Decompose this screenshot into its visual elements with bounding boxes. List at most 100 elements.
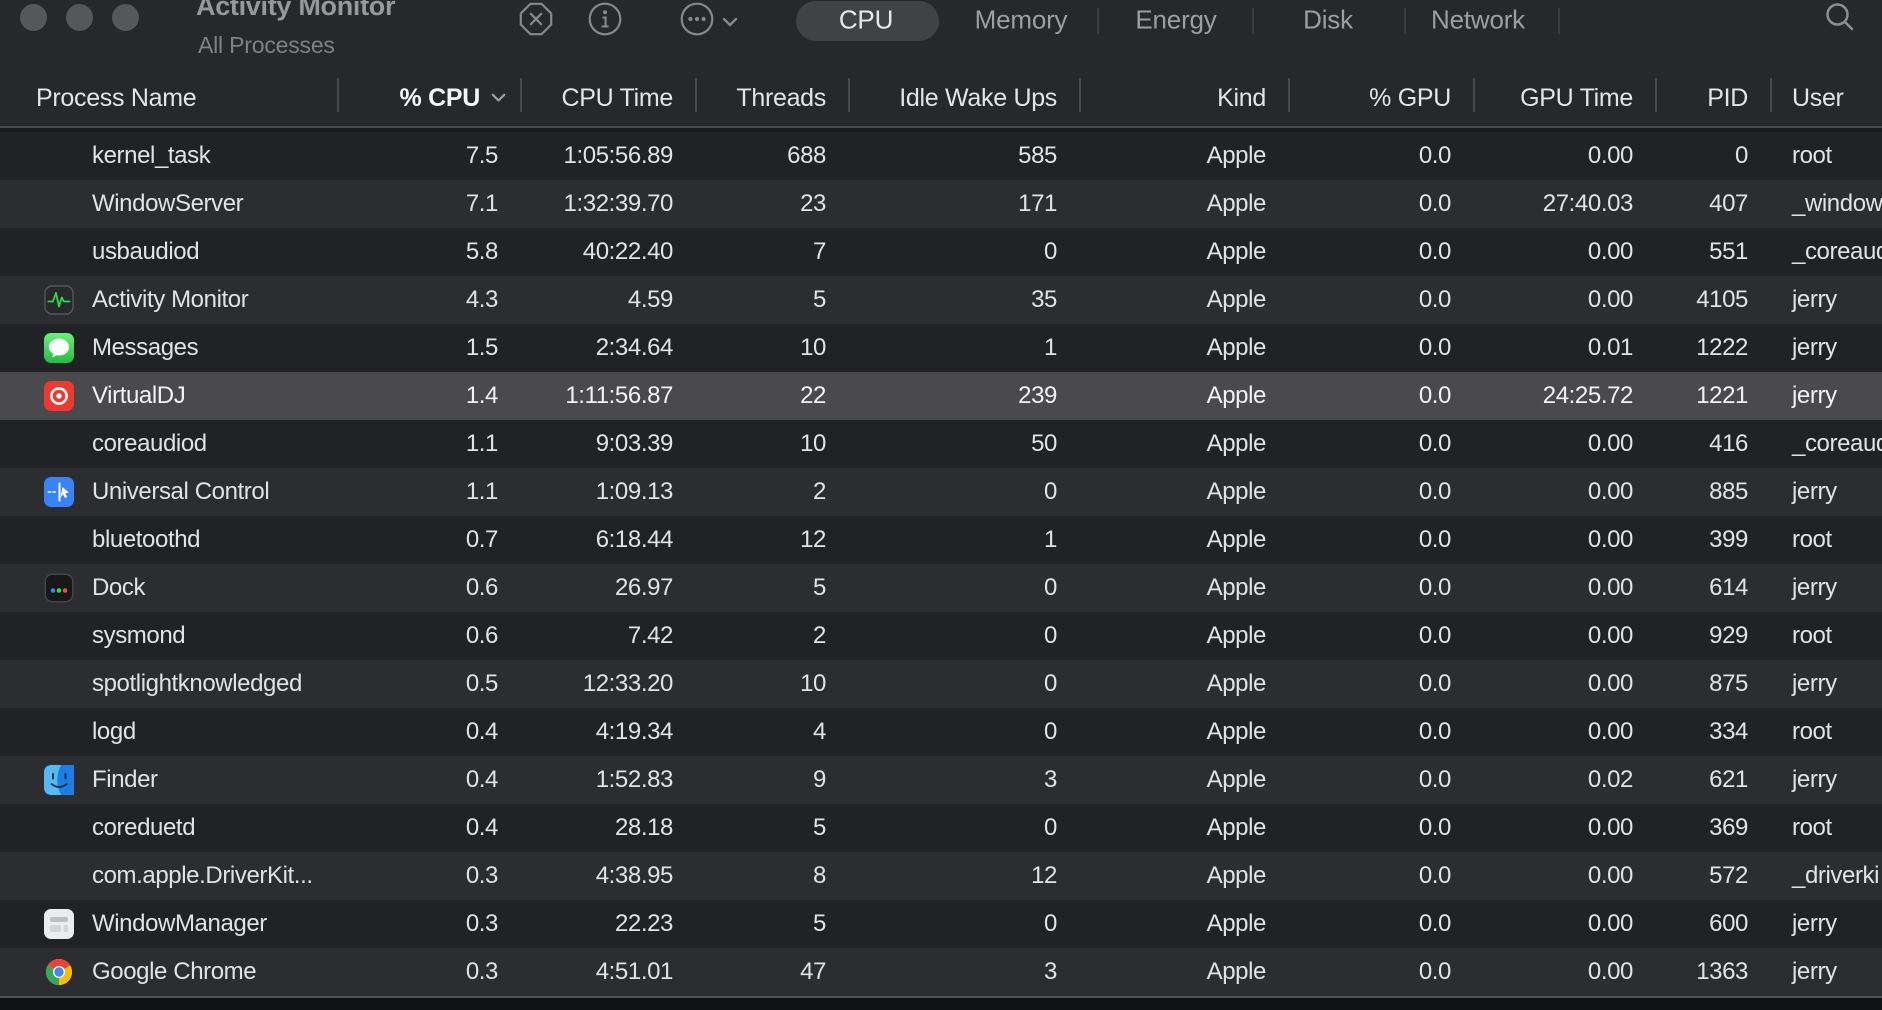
- user: root: [1770, 622, 1882, 650]
- idle-wake-ups: 0: [848, 622, 1079, 650]
- cpu-time: 28.18: [520, 814, 695, 842]
- process-row[interactable]: Universal Control 1.1 1:09.13 2 0 Apple …: [0, 468, 1882, 516]
- column-header-gpu-time[interactable]: GPU Time: [1473, 84, 1655, 113]
- column-header-gpu[interactable]: % GPU: [1288, 84, 1473, 113]
- toolbar: Activity Monitor All Processes CPU Memor…: [0, 0, 1882, 126]
- gpu-time: 0.00: [1473, 238, 1655, 266]
- column-header-process-name[interactable]: Process Name: [0, 84, 337, 113]
- gpu-percent: 0.0: [1288, 622, 1473, 650]
- kind: Apple: [1079, 334, 1288, 362]
- threads: 2: [695, 622, 848, 650]
- process-row[interactable]: usbaudiod 5.8 40:22.40 7 0 Apple 0.0 0.0…: [0, 228, 1882, 276]
- column-header-idle-wake-ups[interactable]: Idle Wake Ups: [848, 84, 1079, 113]
- process-row[interactable]: spotlightknowledged 0.5 12:33.20 10 0 Ap…: [0, 660, 1882, 708]
- chevron-down-icon: [722, 14, 738, 24]
- process-row[interactable]: Dock 0.6 26.97 5 0 Apple 0.0 0.00 614 je…: [0, 564, 1882, 612]
- tab-energy[interactable]: Energy: [1135, 5, 1216, 36]
- threads: 2: [695, 478, 848, 506]
- user: _driverki: [1770, 862, 1882, 890]
- column-header-cpu-time[interactable]: CPU Time: [520, 84, 695, 113]
- process-row[interactable]: coreduetd 0.4 28.18 5 0 Apple 0.0 0.00 3…: [0, 804, 1882, 852]
- zoom-button[interactable]: [112, 4, 139, 31]
- more-options-button[interactable]: [679, 1, 715, 37]
- process-row[interactable]: Google Chrome 0.3 4:51.01 47 3 Apple 0.0…: [0, 948, 1882, 996]
- column-separator[interactable]: [1770, 78, 1772, 112]
- cpu-time: 1:11:56.87: [520, 382, 695, 410]
- gpu-time: 27:40.03: [1473, 190, 1655, 218]
- table-header-row: Process Name % CPU CPU Time Threads Idle…: [0, 70, 1882, 126]
- process-row[interactable]: Messages 1.5 2:34.64 10 1 Apple 0.0 0.01…: [0, 324, 1882, 372]
- activity-monitor-app-icon: [44, 285, 74, 315]
- process-row[interactable]: Finder 0.4 1:52.83 9 3 Apple 0.0 0.02 62…: [0, 756, 1882, 804]
- column-header-user[interactable]: User: [1770, 84, 1882, 113]
- column-header-cpu-sorted[interactable]: % CPU: [337, 84, 520, 113]
- tab-memory[interactable]: Memory: [975, 5, 1068, 36]
- process-row[interactable]: WindowServer 7.1 1:32:39.70 23 171 Apple…: [0, 180, 1882, 228]
- pid: 875: [1655, 670, 1770, 698]
- column-separator[interactable]: [520, 78, 522, 112]
- kind: Apple: [1079, 814, 1288, 842]
- windowmanager-app-icon: [44, 909, 74, 939]
- column-separator[interactable]: [1079, 78, 1081, 112]
- gpu-time: 0.00: [1473, 430, 1655, 458]
- gpu-percent: 0.0: [1288, 142, 1473, 170]
- tab-network[interactable]: Network: [1431, 5, 1525, 36]
- column-header-kind[interactable]: Kind: [1079, 84, 1288, 113]
- tab-disk[interactable]: Disk: [1303, 5, 1353, 36]
- process-row[interactable]: kernel_task 7.5 1:05:56.89 688 585 Apple…: [0, 132, 1882, 180]
- gpu-percent: 0.0: [1288, 286, 1473, 314]
- process-name: kernel_task: [92, 142, 210, 170]
- column-header-threads[interactable]: Threads: [695, 84, 848, 113]
- process-row[interactable]: logd 0.4 4:19.34 4 0 Apple 0.0 0.00 334 …: [0, 708, 1882, 756]
- idle-wake-ups: 1: [848, 526, 1079, 554]
- idle-wake-ups: 0: [848, 670, 1079, 698]
- user: jerry: [1770, 766, 1882, 794]
- column-separator[interactable]: [337, 78, 339, 112]
- user: jerry: [1770, 286, 1882, 314]
- pid: 551: [1655, 238, 1770, 266]
- cpu-percent: 0.4: [337, 814, 520, 842]
- search-button[interactable]: [1822, 0, 1858, 36]
- process-row[interactable]: Activity Monitor 4.3 4.59 5 35 Apple 0.0…: [0, 276, 1882, 324]
- user: jerry: [1770, 574, 1882, 602]
- cpu-time: 6:18.44: [520, 526, 695, 554]
- process-name: Finder: [92, 766, 158, 794]
- quit-process-button[interactable]: [518, 1, 554, 37]
- cpu-time: 4.59: [520, 286, 695, 314]
- column-separator[interactable]: [848, 78, 850, 112]
- cpu-percent: 5.8: [337, 238, 520, 266]
- process-row[interactable]: VirtualDJ 1.4 1:11:56.87 22 239 Apple 0.…: [0, 372, 1882, 420]
- tab-separator: [1558, 8, 1560, 34]
- user: root: [1770, 526, 1882, 554]
- process-row[interactable]: sysmond 0.6 7.42 2 0 Apple 0.0 0.00 929 …: [0, 612, 1882, 660]
- tab-cpu[interactable]: CPU: [839, 5, 893, 36]
- threads: 5: [695, 814, 848, 842]
- column-separator[interactable]: [695, 78, 697, 112]
- minimize-button[interactable]: [66, 4, 93, 31]
- column-separator[interactable]: [1473, 78, 1475, 112]
- google-chrome-app-icon: [44, 957, 74, 987]
- column-separator[interactable]: [1288, 78, 1290, 112]
- process-row[interactable]: coreaudiod 1.1 9:03.39 10 50 Apple 0.0 0…: [0, 420, 1882, 468]
- kind: Apple: [1079, 670, 1288, 698]
- gpu-time: 0.00: [1473, 142, 1655, 170]
- inspect-process-button[interactable]: [587, 1, 623, 37]
- process-row[interactable]: com.apple.DriverKit... 0.3 4:38.95 8 12 …: [0, 852, 1882, 900]
- process-name: Google Chrome: [92, 958, 256, 986]
- cpu-percent: 0.3: [337, 910, 520, 938]
- process-row[interactable]: WindowManager 0.3 22.23 5 0 Apple 0.0 0.…: [0, 900, 1882, 948]
- column-header-pid[interactable]: PID: [1655, 84, 1770, 113]
- process-name: coreaudiod: [92, 430, 207, 458]
- gpu-time: 24:25.72: [1473, 382, 1655, 410]
- close-button[interactable]: [20, 4, 47, 31]
- kind: Apple: [1079, 382, 1288, 410]
- pid: 929: [1655, 622, 1770, 650]
- threads: 5: [695, 910, 848, 938]
- gpu-percent: 0.0: [1288, 526, 1473, 554]
- process-row[interactable]: bluetoothd 0.7 6:18.44 12 1 Apple 0.0 0.…: [0, 516, 1882, 564]
- kind: Apple: [1079, 430, 1288, 458]
- column-separator[interactable]: [1655, 78, 1657, 112]
- octagon-x-icon: [518, 24, 554, 41]
- process-name: WindowServer: [92, 190, 243, 218]
- kind: Apple: [1079, 622, 1288, 650]
